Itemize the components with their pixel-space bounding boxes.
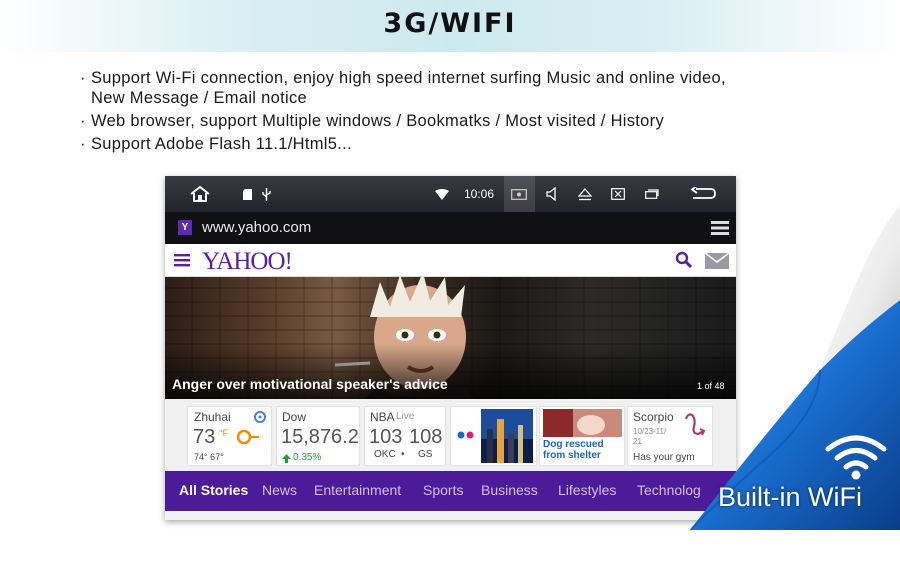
bullet: · — [80, 135, 86, 153]
tab-all-stories[interactable]: All Stories — [179, 482, 248, 498]
feature-text: Support Wi-Fi connection, enjoy high spe… — [91, 69, 726, 107]
nba-separator: • — [401, 449, 405, 460]
search-icon[interactable] — [675, 251, 693, 269]
tab-lifestyles[interactable]: Lifestyles — [558, 482, 616, 498]
nba-tile[interactable]: NBA Live 103 108 OKC • GS — [364, 406, 446, 466]
nba-live: Live — [396, 411, 415, 422]
feature-item: · Web browser, support Multiple windows … — [80, 111, 840, 131]
tab-entertainment[interactable]: Entertainment — [314, 482, 401, 498]
weather-unit: °F — [219, 428, 229, 438]
page-title: 3G/WIFI — [383, 8, 517, 39]
header-banner: 3G/WIFI — [0, 0, 900, 52]
status-bar: 10:06 — [165, 176, 736, 212]
hero-story[interactable]: Anger over motivational speaker's advice… — [165, 277, 736, 399]
wifi-badge-icon — [825, 435, 887, 480]
horoscope-tile[interactable]: Scorpio 10/23-11/ 21 Has your gym — [627, 406, 713, 466]
dow-value: 15,876.2 — [281, 426, 359, 448]
news-caption[interactable]: Dog rescued from shelter — [543, 439, 613, 461]
browser-menu-icon[interactable] — [711, 221, 729, 235]
nba-team-2: GS — [418, 449, 433, 460]
bullet: · — [80, 69, 86, 87]
volume-icon[interactable] — [543, 176, 561, 212]
dow-change: 0.35% — [293, 452, 322, 463]
feature-item: · Support Adobe Flash 11.1/Html5... — [80, 134, 840, 154]
category-tabs: All Stories News Entertainment Sports Bu… — [165, 471, 736, 511]
clock: 10:06 — [463, 187, 495, 201]
info-tiles: Zhuhai 73 °F 74° 67° Dow 15,876.2 0.35% … — [165, 399, 736, 471]
tab-sports[interactable]: Sports — [423, 482, 463, 498]
bullet: · — [80, 112, 86, 130]
weather-range: 74° 67° — [194, 452, 224, 462]
close-window-icon[interactable] — [609, 176, 627, 212]
eject-icon[interactable] — [576, 176, 594, 212]
dow-tile[interactable]: Dow 15,876.2 0.35% — [276, 406, 360, 466]
weather-tile[interactable]: Zhuhai 73 °F 74° 67° — [187, 406, 272, 466]
nba-score-1: 103 — [369, 426, 403, 448]
wifi-icon — [433, 176, 451, 212]
horoscope-text: Has your gym — [633, 452, 695, 463]
nba-label: NBA — [370, 410, 395, 424]
sd-card-icon — [241, 176, 253, 212]
city-skyline-image — [481, 409, 533, 463]
content-strip — [165, 511, 736, 520]
tab-technology[interactable]: Technolog — [637, 482, 701, 498]
mail-icon[interactable] — [704, 252, 730, 269]
browser-url-bar[interactable]: Y www.yahoo.com — [165, 212, 736, 244]
scorpio-icon — [684, 413, 706, 436]
built-in-wifi-label: Built-in WiFi — [718, 482, 863, 512]
weather-settings-icon[interactable] — [254, 411, 266, 423]
feature-text: Support Adobe Flash 11.1/Html5... — [91, 135, 352, 153]
nba-team-1: OKC — [374, 449, 396, 460]
city-photo-tile[interactable] — [450, 406, 537, 466]
horoscope-dates: 10/23-11/ 21 — [633, 427, 667, 446]
hero-headline[interactable]: Anger over motivational speaker's advice — [172, 376, 448, 392]
tab-business[interactable]: Business — [481, 482, 538, 498]
dow-label: Dow — [282, 410, 307, 424]
nba-score-2: 108 — [409, 426, 443, 448]
flickr-dots-icon — [457, 431, 474, 439]
tab-news[interactable]: News — [262, 482, 297, 498]
yahoo-favicon: Y — [178, 220, 192, 235]
home-icon[interactable] — [187, 176, 213, 212]
weather-temp: 73 — [193, 426, 216, 448]
horoscope-sign: Scorpio — [633, 410, 674, 424]
screenshot-icon[interactable] — [509, 176, 529, 212]
usb-icon — [260, 176, 272, 212]
recent-apps-icon[interactable] — [643, 176, 661, 212]
slide-counter: 1 of 48 — [697, 381, 725, 391]
yahoo-header: YAHOO! — [165, 244, 736, 277]
up-arrow-icon — [282, 454, 291, 463]
hamburger-menu-icon[interactable] — [174, 253, 190, 267]
feature-list: · Support Wi-Fi connection, enjoy high s… — [80, 68, 840, 157]
news-tile[interactable]: Dog rescued from shelter — [539, 406, 625, 466]
device-screen: 10:06 Y www.yahoo.com YAHOO! Anger over … — [165, 176, 736, 520]
feature-item: · Support Wi-Fi connection, enjoy high s… — [80, 68, 840, 108]
sun-icon — [236, 429, 259, 445]
back-icon[interactable] — [689, 176, 717, 212]
dog-news-image — [543, 409, 622, 437]
feature-text: Web browser, support Multiple windows / … — [91, 112, 665, 130]
yahoo-logo[interactable]: YAHOO! — [202, 248, 293, 276]
url-text[interactable]: www.yahoo.com — [202, 219, 311, 236]
weather-city: Zhuhai — [194, 410, 231, 424]
